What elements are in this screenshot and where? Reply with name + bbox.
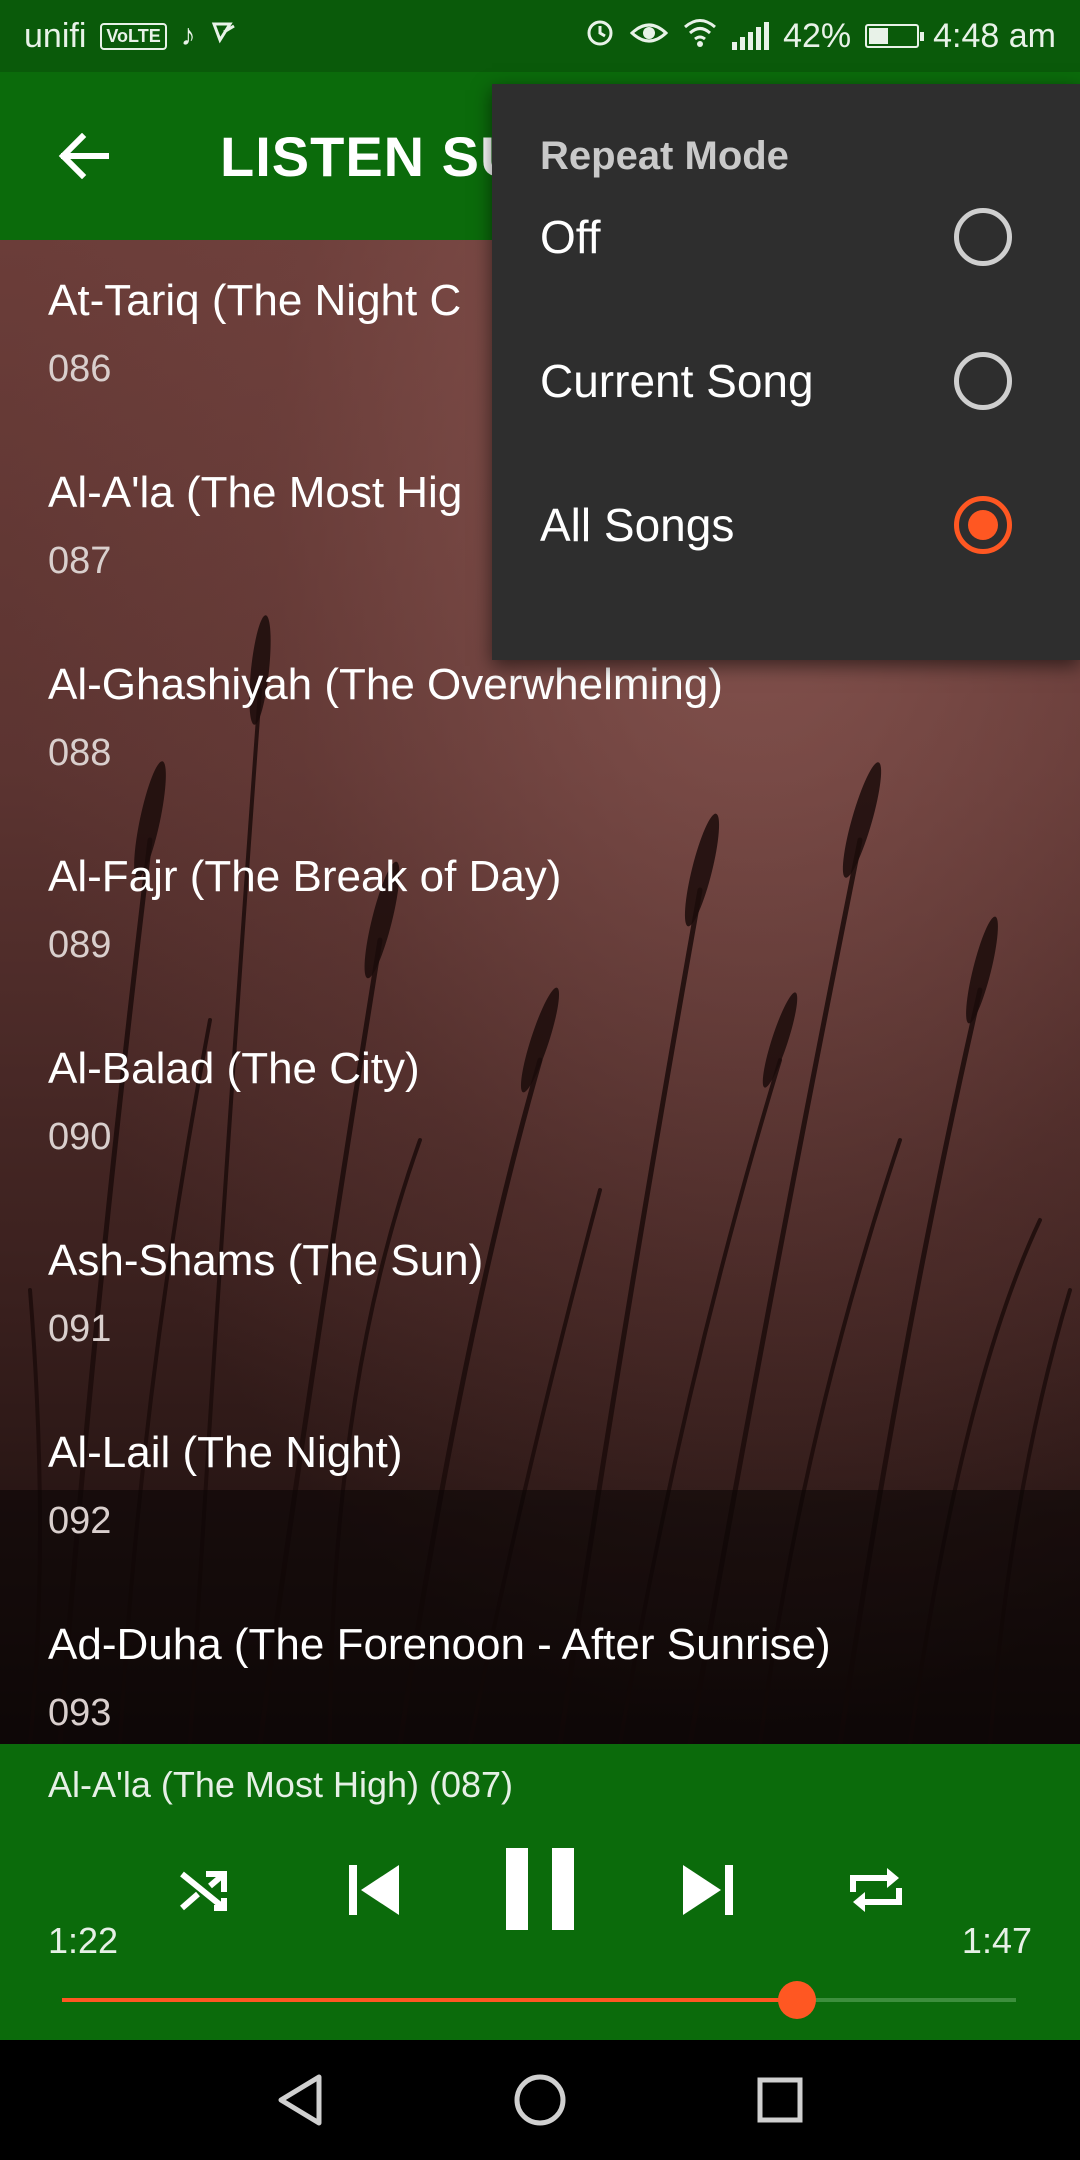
item-title: Al-Balad (The City) <box>48 1044 420 1093</box>
battery-charging-icon <box>865 24 925 48</box>
repeat-option-current-song[interactable]: Current Song <box>492 310 1080 454</box>
option-label: Current Song <box>540 355 814 407</box>
repeat-mode-menu: Repeat Mode Off Current Song All Songs <box>492 84 1080 660</box>
radio-button[interactable] <box>954 352 1012 410</box>
pause-icon <box>506 1848 574 1930</box>
status-left: unifi VoLTE ♪ <box>24 17 238 56</box>
system-nav-bar <box>0 2040 1080 2160</box>
carrier-name: unifi <box>24 16 87 55</box>
item-number: 091 <box>48 1308 112 1350</box>
alarm-icon <box>584 16 616 57</box>
item-number: 089 <box>48 924 112 966</box>
next-button[interactable] <box>672 1854 744 1926</box>
eye-icon <box>629 17 669 56</box>
previous-button[interactable] <box>338 1854 410 1926</box>
music-note-icon: ♪ <box>180 19 196 52</box>
repeat-icon <box>850 1868 902 1912</box>
repeat-button[interactable] <box>840 1856 912 1924</box>
shuffle-icon <box>180 1871 227 1911</box>
clock: 4:48 am <box>933 16 1056 55</box>
status-bar: unifi VoLTE ♪ 42% 4:48 am <box>0 0 1080 72</box>
status-right: 42% 4:48 am <box>584 16 1056 57</box>
now-playing-title: Al-A'la (The Most High) (087) <box>48 1764 514 1805</box>
elapsed-time: 1:22 <box>48 1920 119 1961</box>
seek-bar[interactable] <box>62 1981 1016 2019</box>
repeat-option-all-songs[interactable]: All Songs <box>492 454 1080 598</box>
item-title: Ad-Duha (The Forenoon - After Sunrise) <box>48 1620 831 1669</box>
list-item[interactable]: Ash-Shams (The Sun) 091 <box>48 1236 1048 1351</box>
seek-thumb[interactable] <box>777 1981 816 2019</box>
wifi-icon <box>682 17 718 56</box>
circle-home-icon <box>514 2074 566 2126</box>
option-label: All Songs <box>540 499 735 551</box>
option-label: Off <box>540 211 601 263</box>
item-number: 090 <box>48 1116 112 1158</box>
volte-badge: VoLTE <box>100 22 167 50</box>
shuffle-button[interactable] <box>172 1858 236 1922</box>
item-number: 092 <box>48 1500 112 1542</box>
item-title: Ash-Shams (The Sun) <box>48 1236 484 1285</box>
nav-home-button[interactable] <box>504 2064 576 2136</box>
arrow-left-icon <box>58 133 109 179</box>
repeat-option-off[interactable]: Off <box>492 166 1080 310</box>
previous-icon <box>349 1865 399 1915</box>
nav-recents-button[interactable] <box>744 2064 816 2136</box>
notification-icon <box>210 18 238 54</box>
radio-button[interactable] <box>954 496 1012 554</box>
item-number: 088 <box>48 732 112 774</box>
signal-icon <box>732 22 770 50</box>
triangle-back-icon <box>278 2074 322 2126</box>
total-duration: 1:47 <box>961 1920 1032 1961</box>
item-number: 093 <box>48 1692 112 1734</box>
item-title: Al-Ghashiyah (The Overwhelming) <box>48 660 723 709</box>
item-title: Al-Lail (The Night) <box>48 1428 403 1477</box>
page-title: LISTEN SU <box>220 124 522 188</box>
list-item[interactable]: Al-Ghashiyah (The Overwhelming) 088 <box>48 660 1048 775</box>
list-item[interactable]: Al-Lail (The Night) 092 <box>48 1428 1048 1543</box>
list-item[interactable]: Al-Balad (The City) 090 <box>48 1044 1048 1159</box>
list-item[interactable]: Al-Fajr (The Break of Day) 089 <box>48 852 1048 967</box>
item-title: Al-Fajr (The Break of Day) <box>48 852 562 901</box>
square-recents-icon <box>757 2077 803 2123</box>
seek-progress <box>62 1998 797 2002</box>
nav-back-button[interactable] <box>264 2064 336 2136</box>
next-icon <box>683 1865 733 1915</box>
player-bar: Al-A'la (The Most High) (087) 1:22 1:47 <box>0 1744 1080 2040</box>
radio-button[interactable] <box>954 208 1012 266</box>
list-item[interactable]: Ad-Duha (The Forenoon - After Sunrise) 0… <box>48 1620 1048 1735</box>
back-button[interactable] <box>56 128 112 184</box>
pause-button[interactable] <box>498 1842 582 1936</box>
battery-percent: 42% <box>783 16 852 55</box>
